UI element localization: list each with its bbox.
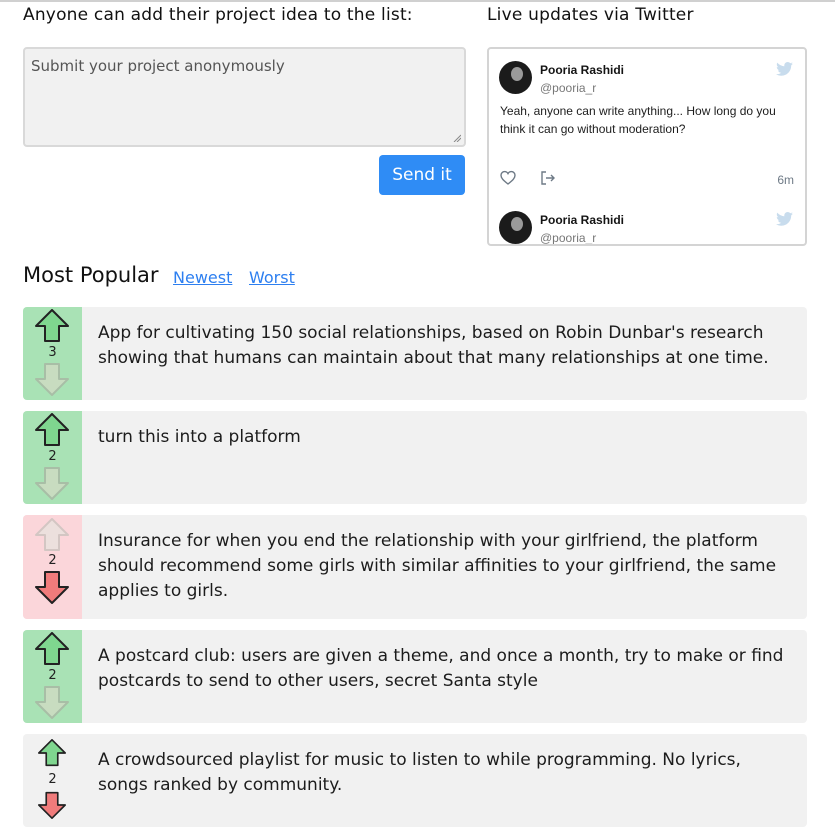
tab-newest[interactable]: Newest xyxy=(173,268,232,287)
tweet-author-name: Pooria Rashidi xyxy=(540,63,625,77)
tweet-timestamp[interactable]: 6m xyxy=(777,173,794,187)
up-arrow-icon[interactable] xyxy=(35,309,69,343)
twitter-heading: Live updates via Twitter xyxy=(487,5,694,25)
idea-text: App for cultivating 150 social relations… xyxy=(98,323,769,368)
vote-count: 3 xyxy=(48,345,57,360)
down-arrow-icon[interactable] xyxy=(38,791,66,819)
vote-count: 2 xyxy=(48,449,57,464)
vote-panel: 2 xyxy=(23,734,82,827)
tweet-text: Yeah, anyone can write anything... How l… xyxy=(500,104,776,136)
vote-panel: 3 xyxy=(23,307,82,400)
idea-text: turn this into a platform xyxy=(98,427,301,447)
vote-panel: 2 xyxy=(23,411,82,504)
tweet-author-name: Pooria Rashidi xyxy=(540,213,625,227)
idea-card: 3 App for cultivating 150 social relatio… xyxy=(23,307,807,400)
send-button[interactable]: Send it xyxy=(379,155,465,195)
idea-text: A postcard club: users are given a theme… xyxy=(98,646,784,691)
idea-input-container xyxy=(23,47,466,147)
idea-card: 2 A postcard club: users are given a the… xyxy=(23,630,807,723)
vote-count: 2 xyxy=(48,668,57,683)
top-divider xyxy=(0,0,835,2)
tweet: Pooria Rashidi @pooria_r xyxy=(489,199,805,245)
tweet: Pooria Rashidi @pooria_r Yeah, anyone ca… xyxy=(489,49,805,209)
vote-panel: 2 xyxy=(23,515,82,619)
idea-card: 2 turn this into a platform xyxy=(23,411,807,504)
idea-text: Insurance for when you end the relations… xyxy=(98,531,777,601)
vote-count: 2 xyxy=(48,553,57,568)
up-arrow-icon[interactable] xyxy=(35,413,69,447)
twitter-bird-icon xyxy=(776,212,793,226)
down-arrow-icon[interactable] xyxy=(35,685,69,719)
up-arrow-icon[interactable] xyxy=(38,739,66,767)
tab-worst[interactable]: Worst xyxy=(249,268,295,287)
idea-input[interactable] xyxy=(25,49,464,145)
up-arrow-icon[interactable] xyxy=(35,632,69,666)
avatar xyxy=(499,211,532,244)
resize-grip-icon[interactable] xyxy=(453,134,461,142)
idea-card: 2 Insurance for when you end the relatio… xyxy=(23,515,807,619)
down-arrow-icon[interactable] xyxy=(35,362,69,396)
tweet-author-handle: @pooria_r xyxy=(540,231,597,245)
idea-text: A crowdsourced playlist for music to lis… xyxy=(98,750,741,795)
down-arrow-icon[interactable] xyxy=(35,466,69,500)
share-icon[interactable] xyxy=(540,170,556,186)
tweet-author-handle: @pooria_r xyxy=(540,81,597,95)
vote-panel: 2 xyxy=(23,630,82,723)
tab-most-popular[interactable]: Most Popular xyxy=(23,263,159,287)
avatar xyxy=(499,61,532,94)
idea-card: 2 A crowdsourced playlist for music to l… xyxy=(23,734,807,827)
down-arrow-icon[interactable] xyxy=(35,570,69,604)
twitter-feed[interactable]: Pooria Rashidi @pooria_r Yeah, anyone ca… xyxy=(487,47,807,246)
up-arrow-icon[interactable] xyxy=(35,518,69,552)
twitter-bird-icon xyxy=(776,62,793,76)
heart-icon[interactable] xyxy=(500,170,516,186)
vote-count: 2 xyxy=(48,772,57,787)
submit-heading: Anyone can add their project idea to the… xyxy=(23,5,413,25)
